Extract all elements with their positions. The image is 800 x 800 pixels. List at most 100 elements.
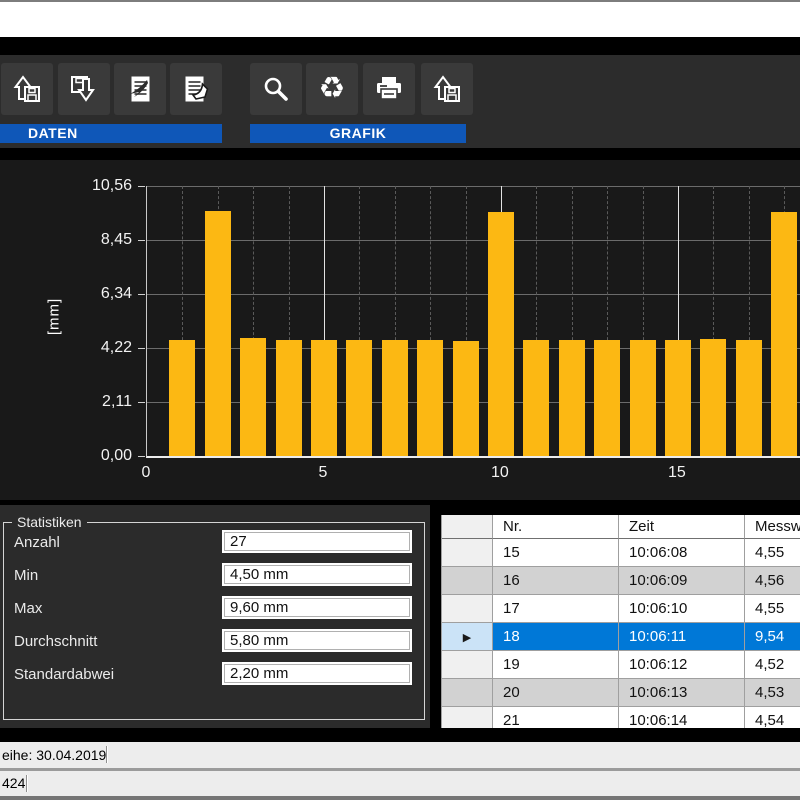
cell-nr[interactable]: 21: [493, 707, 619, 728]
cell-zeit[interactable]: 10:06:14: [619, 707, 745, 728]
chart-bar: [382, 340, 408, 456]
x-tick-label: 10: [491, 464, 509, 482]
statistics-groupbox-title: Statistiken: [12, 514, 87, 530]
grid-column-header[interactable]: Nr.: [493, 515, 619, 539]
grid-header-row: Nr.ZeitMesswert: [442, 515, 800, 539]
chart-bar: [276, 340, 302, 456]
cell-nr[interactable]: 19: [493, 651, 619, 679]
chart-bar: [630, 340, 656, 456]
export-document-button[interactable]: [114, 63, 166, 115]
anzahl-label: Anzahl: [14, 534, 60, 551]
cell-zeit[interactable]: 10:06:12: [619, 651, 745, 679]
min-field[interactable]: [222, 563, 412, 586]
row-selector-cell[interactable]: [442, 679, 493, 707]
cell-nr[interactable]: 18: [493, 623, 619, 651]
table-row[interactable]: 1510:06:084,55: [442, 539, 800, 567]
row-selector-cell[interactable]: [442, 567, 493, 595]
chart-bar: [169, 340, 195, 456]
current-row-arrow-icon: ▶: [463, 632, 471, 644]
grid-column-header[interactable]: Zeit: [619, 515, 745, 539]
table-row[interactable]: 1710:06:104,55: [442, 595, 800, 623]
chart-bar: [700, 339, 726, 456]
cell-zeit[interactable]: 10:06:10: [619, 595, 745, 623]
measurement-table[interactable]: Nr.ZeitMesswert1510:06:084,551610:06:094…: [441, 515, 800, 728]
table-row[interactable]: ▶ 1810:06:119,54: [442, 623, 800, 651]
grid-body: 1510:06:084,551610:06:094,561710:06:104,…: [442, 539, 800, 728]
cell-messwert[interactable]: 4,56: [745, 567, 800, 595]
floppy-up-arrow-icon: [431, 73, 463, 105]
y-tick-mark: [138, 402, 145, 403]
refresh-button[interactable]: ♻: [306, 63, 358, 115]
row-selector-cell[interactable]: [442, 651, 493, 679]
cell-zeit[interactable]: 10:06:09: [619, 567, 745, 595]
cell-messwert[interactable]: 4,55: [745, 595, 800, 623]
table-row[interactable]: 1910:06:124,52: [442, 651, 800, 679]
table-row[interactable]: 1610:06:094,56: [442, 567, 800, 595]
chart-bar: [559, 340, 585, 456]
chart-bar: [736, 340, 762, 456]
grid-column-header[interactable]: Messwert: [745, 515, 800, 539]
toolbar-group-grafik: GRAFIK: [250, 124, 466, 143]
y-tick-label: 6,34: [101, 285, 132, 303]
save-data-button[interactable]: [58, 63, 110, 115]
status-counter: 424: [2, 771, 25, 796]
y-tick-label: 0,00: [101, 447, 132, 465]
y-tick-label: 8,45: [101, 231, 132, 249]
printer-icon: [373, 73, 405, 105]
statistics-groupbox: Statistiken Anzahl Min Max Durchschnitt …: [3, 522, 425, 720]
cell-zeit[interactable]: 10:06:08: [619, 539, 745, 567]
save-graphic-button[interactable]: [421, 63, 473, 115]
chart-bar: [771, 212, 797, 456]
chart-plot-area: [146, 186, 800, 458]
chart-bar: [240, 338, 266, 456]
cell-zeit[interactable]: 10:06:11: [619, 623, 745, 651]
magnifier-icon: [260, 73, 292, 105]
y-tick-label: 4,22: [101, 339, 132, 357]
durchschnitt-field[interactable]: [222, 629, 412, 652]
min-label: Min: [14, 567, 38, 584]
window-bottom-border: [0, 796, 800, 800]
x-tick-label: 0: [142, 464, 151, 482]
measurement-bar-chart: 0,002,114,226,348,4510,56 [mm] 051015: [0, 160, 800, 500]
y-tick-label: 10,56: [92, 177, 132, 195]
cell-nr[interactable]: 15: [493, 539, 619, 567]
cell-zeit[interactable]: 10:06:13: [619, 679, 745, 707]
cell-nr[interactable]: 17: [493, 595, 619, 623]
statistics-panel: Statistiken Anzahl Min Max Durchschnitt …: [0, 505, 430, 728]
print-button[interactable]: [363, 63, 415, 115]
row-selector-cell[interactable]: ▶: [442, 623, 493, 651]
table-row[interactable]: 2110:06:144,54: [442, 707, 800, 728]
chart-bar: [523, 340, 549, 456]
document-swoosh-icon: [124, 73, 156, 105]
floppy-up-arrow-icon: [11, 73, 43, 105]
cell-messwert[interactable]: 4,53: [745, 679, 800, 707]
table-row[interactable]: 2010:06:134,53: [442, 679, 800, 707]
cell-messwert[interactable]: 4,55: [745, 539, 800, 567]
chart-y-axis: 0,002,114,226,348,4510,56: [0, 160, 146, 430]
row-selector-cell[interactable]: [442, 595, 493, 623]
cell-messwert[interactable]: 4,52: [745, 651, 800, 679]
cell-messwert[interactable]: 4,54: [745, 707, 800, 728]
chart-bar: [311, 340, 337, 456]
cell-messwert[interactable]: 9,54: [745, 623, 800, 651]
max-field[interactable]: [222, 596, 412, 619]
h-gridline: [147, 240, 800, 241]
standardabwei-field[interactable]: [222, 662, 412, 685]
grid-selector-header[interactable]: [442, 515, 493, 539]
row-selector-cell[interactable]: [442, 539, 493, 567]
load-data-button[interactable]: [1, 63, 53, 115]
report-document-button[interactable]: [170, 63, 222, 115]
y-tick-mark: [138, 294, 145, 295]
anzahl-field[interactable]: [222, 530, 412, 553]
divider-strip: [0, 148, 800, 160]
cell-nr[interactable]: 16: [493, 567, 619, 595]
zoom-button[interactable]: [250, 63, 302, 115]
recycle-icon: ♻: [319, 74, 346, 104]
toolbar: ♻ DATEN GRAFIK: [0, 55, 800, 148]
row-selector-cell[interactable]: [442, 707, 493, 728]
document-forward-arrow-icon: [180, 73, 212, 105]
x-tick-label: 5: [319, 464, 328, 482]
chart-bar: [346, 340, 372, 456]
cell-nr[interactable]: 20: [493, 679, 619, 707]
y-tick-mark: [138, 456, 145, 457]
